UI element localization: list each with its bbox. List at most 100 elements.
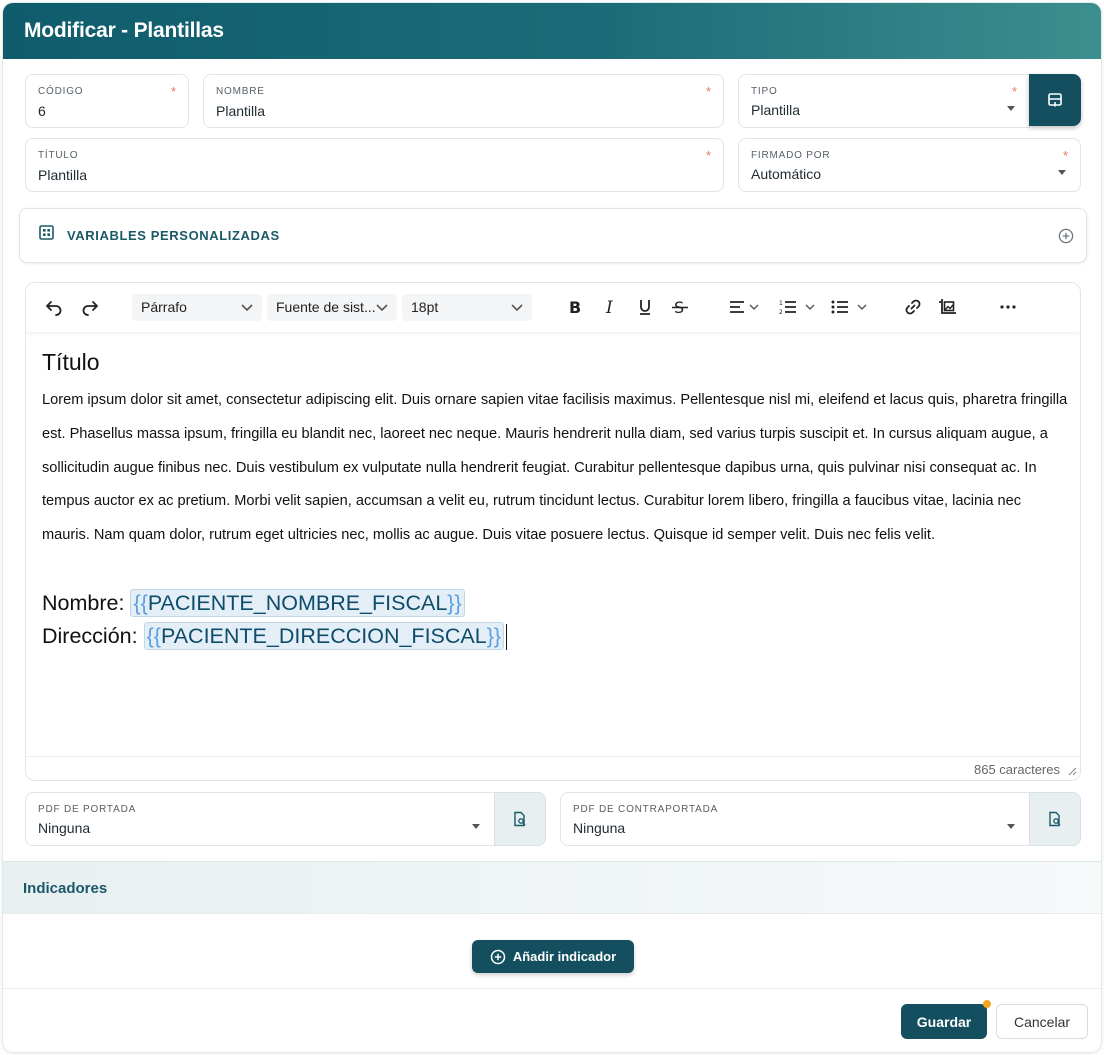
pdf-contraportada-value: Ninguna bbox=[573, 820, 626, 836]
required-marker: * bbox=[705, 84, 711, 99]
chevron-down-icon bbox=[511, 304, 523, 312]
rich-text-editor[interactable]: Párrafo Fuente de sist... 18pt B I S 1 2… bbox=[25, 282, 1081, 781]
tipo-label: Tipo bbox=[751, 86, 778, 97]
footer-divider bbox=[3, 988, 1101, 989]
undo-icon[interactable] bbox=[44, 297, 64, 317]
grid-icon bbox=[39, 225, 54, 240]
file-search-icon bbox=[1049, 811, 1061, 827]
svg-text:2: 2 bbox=[779, 309, 783, 316]
variable-chip-nombre[interactable]: {{PACIENTE_NOMBRE_FISCAL}} bbox=[130, 588, 465, 617]
svg-text:1: 1 bbox=[779, 300, 783, 307]
strikethrough-icon[interactable]: S bbox=[670, 297, 690, 317]
chevron-down-icon bbox=[472, 824, 480, 829]
titulo-label: Título bbox=[38, 150, 79, 161]
direccion-line: Dirección: {{PACIENTE_DIRECCION_FISCAL}} bbox=[42, 620, 1072, 653]
direccion-line-label: Dirección: bbox=[42, 623, 138, 648]
text-cursor bbox=[506, 624, 508, 651]
pdf-portada-label: PDF de portada bbox=[38, 804, 137, 815]
editor-content[interactable]: Título Lorem ipsum dolor sit amet, conse… bbox=[42, 349, 1072, 653]
svg-text:I: I bbox=[605, 298, 613, 317]
brace-close: }} bbox=[486, 623, 502, 648]
brace-open: {{ bbox=[146, 623, 161, 648]
required-marker: * bbox=[170, 84, 176, 99]
firmado-por-label: Firmado por bbox=[751, 150, 831, 161]
required-marker: * bbox=[1062, 148, 1068, 163]
block-format-select[interactable]: Párrafo bbox=[132, 294, 262, 321]
save-button[interactable]: Guardar bbox=[901, 1000, 991, 1039]
codigo-label: Código bbox=[38, 86, 84, 97]
custom-variables-title: VARIABLES PERSONALIZADAS bbox=[67, 228, 280, 243]
chevron-down-icon bbox=[376, 304, 388, 312]
document-paragraph: Lorem ipsum dolor sit amet, consectetur … bbox=[42, 392, 1068, 544]
pdf-contraportada-label: PDF de contraportada bbox=[573, 804, 719, 815]
template-dialog: Modificar - Plantillas Código * 6 Nombre… bbox=[3, 3, 1101, 1052]
bold-icon[interactable]: B bbox=[565, 297, 585, 317]
chevron-down-icon bbox=[1058, 170, 1066, 175]
dialog-title: Modificar - Plantillas bbox=[24, 19, 224, 42]
document-heading: Título bbox=[42, 349, 100, 375]
cancel-label: Cancelar bbox=[1013, 1013, 1071, 1030]
nombre-line-label: Nombre: bbox=[42, 590, 125, 615]
add-circle-icon[interactable] bbox=[1058, 228, 1074, 244]
font-size-value: 18pt bbox=[411, 299, 439, 315]
chevron-down-icon bbox=[1007, 824, 1015, 829]
chevron-down-icon bbox=[1007, 106, 1015, 111]
nombre-line: Nombre: {{PACIENTE_NOMBRE_FISCAL}} bbox=[42, 587, 1072, 620]
chevron-down-icon bbox=[241, 304, 253, 312]
titulo-field[interactable]: Título * Plantilla bbox=[25, 138, 724, 192]
variable-chip-direccion[interactable]: {{PACIENTE_DIRECCION_FISCAL}} bbox=[143, 621, 505, 650]
titulo-value: Plantilla bbox=[38, 167, 88, 183]
required-marker: * bbox=[705, 148, 711, 163]
codigo-field[interactable]: Código * 6 bbox=[25, 74, 189, 128]
redo-icon[interactable] bbox=[80, 297, 100, 317]
add-circle-icon bbox=[490, 949, 506, 964]
indicators-section-header: Indicadores bbox=[3, 861, 1101, 914]
link-icon[interactable] bbox=[903, 297, 923, 317]
custom-variables-panel[interactable]: VARIABLES PERSONALIZADAS bbox=[19, 208, 1087, 263]
firmado-por-value: Automático bbox=[751, 166, 822, 182]
tipo-select[interactable]: Tipo * Plantilla bbox=[738, 74, 1030, 128]
font-size-select[interactable]: 18pt bbox=[402, 294, 532, 321]
variable-name: PACIENTE_DIRECCION_FISCAL bbox=[160, 623, 487, 648]
tipo-action-button[interactable] bbox=[1029, 74, 1081, 126]
font-family-select[interactable]: Fuente de sist... bbox=[267, 294, 397, 321]
more-options-icon[interactable] bbox=[998, 297, 1018, 317]
block-format-value: Párrafo bbox=[141, 299, 187, 315]
add-indicator-label: Añadir indicador bbox=[512, 949, 617, 964]
variable-name: PACIENTE_NOMBRE_FISCAL bbox=[147, 590, 448, 615]
nombre-field[interactable]: Nombre * Plantilla bbox=[203, 74, 724, 128]
cancel-button[interactable]: Cancelar bbox=[996, 1004, 1088, 1039]
italic-icon[interactable]: I bbox=[600, 297, 620, 317]
underline-icon[interactable] bbox=[635, 297, 655, 317]
indicators-title: Indicadores bbox=[23, 880, 108, 897]
tipo-value: Plantilla bbox=[751, 102, 801, 118]
font-family-value: Fuente de sist... bbox=[276, 299, 376, 315]
file-search-icon bbox=[514, 811, 526, 827]
codigo-value: 6 bbox=[38, 103, 46, 119]
image-icon[interactable] bbox=[938, 297, 958, 317]
pdf-portada-select[interactable]: PDF de portada Ninguna bbox=[25, 792, 495, 846]
editor-toolbar: Párrafo Fuente de sist... 18pt B I S 1 2 bbox=[26, 283, 1080, 332]
brace-open: {{ bbox=[133, 590, 148, 615]
pdf-contraportada-preview-button[interactable] bbox=[1029, 792, 1081, 846]
pdf-contraportada-select[interactable]: PDF de contraportada Ninguna bbox=[560, 792, 1030, 846]
editor-statusbar: 865 caracteres bbox=[26, 756, 1080, 780]
align-left-icon[interactable] bbox=[728, 297, 764, 317]
template-icon bbox=[1048, 93, 1062, 107]
nombre-label: Nombre bbox=[216, 86, 265, 97]
dialog-header: Modificar - Plantillas bbox=[3, 3, 1101, 59]
add-indicator-button[interactable]: Añadir indicador bbox=[472, 940, 634, 973]
numbered-list-icon[interactable]: 12 bbox=[778, 297, 818, 317]
character-count: 865 caracteres bbox=[974, 762, 1060, 777]
bullet-list-icon[interactable] bbox=[830, 297, 870, 317]
svg-text:B: B bbox=[569, 298, 581, 317]
pdf-portada-value: Ninguna bbox=[38, 820, 91, 836]
save-label: Guardar bbox=[916, 1013, 972, 1030]
resize-handle-icon[interactable] bbox=[1068, 767, 1077, 776]
required-marker: * bbox=[1011, 84, 1017, 99]
unsaved-changes-badge bbox=[983, 1000, 991, 1008]
firmado-por-select[interactable]: Firmado por * Automático bbox=[738, 138, 1081, 192]
pdf-portada-preview-button[interactable] bbox=[494, 792, 546, 846]
nombre-value: Plantilla bbox=[216, 103, 266, 119]
brace-close: }} bbox=[447, 590, 462, 615]
